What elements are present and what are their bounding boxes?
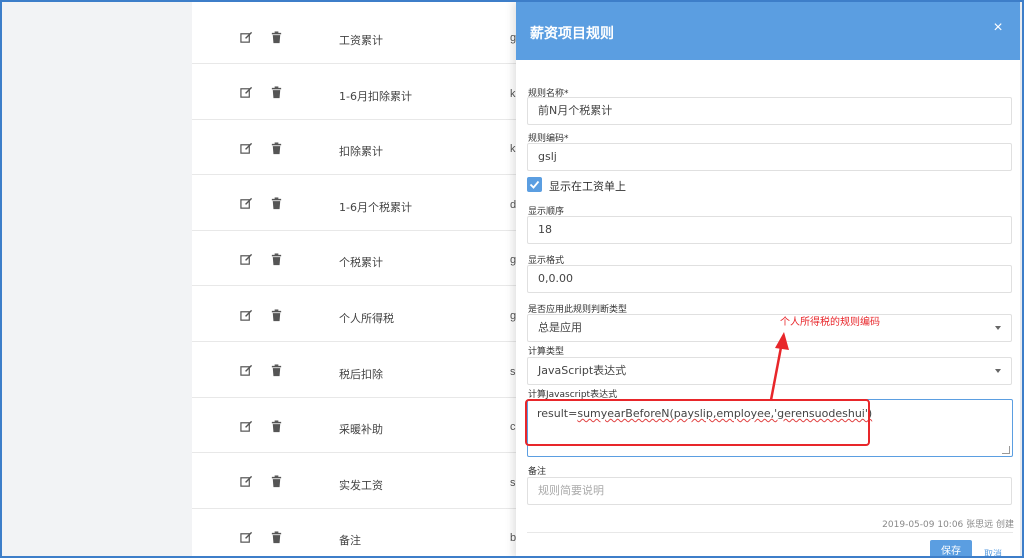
row-name: 扣除累计 (339, 145, 383, 159)
row-code: k (510, 143, 516, 156)
trash-icon[interactable] (269, 86, 283, 100)
edit-icon[interactable] (239, 475, 253, 489)
table-row: 个税累计 g (192, 230, 522, 287)
caret-down-icon (995, 369, 1001, 373)
rule-code-input[interactable]: gslj (527, 143, 1012, 171)
edit-icon[interactable] (239, 197, 253, 211)
footer-divider (527, 532, 1013, 533)
edit-icon[interactable] (239, 364, 253, 378)
table-row: 实发工资 s (192, 453, 522, 509)
trash-icon[interactable] (269, 30, 283, 44)
modal-header: 薪资项目规则 × (516, 2, 1020, 60)
apply-type-value: 总是应用 (538, 321, 582, 334)
row-name: 个人所得税 (339, 312, 394, 325)
caret-down-icon (995, 326, 1001, 330)
table-row: 采暖补助 c (192, 397, 522, 454)
row-code: s (510, 365, 516, 378)
table-row: 个人所得税 g (192, 286, 522, 342)
edit-icon[interactable] (239, 308, 253, 322)
close-icon[interactable]: × (990, 20, 1006, 36)
edit-icon[interactable] (239, 419, 253, 433)
row-name: 1-6月扣除累计 (339, 89, 412, 103)
show-on-payslip-label: 显示在工资单上 (549, 180, 626, 193)
calc-type-value: JavaScript表达式 (538, 364, 627, 377)
trash-icon[interactable] (269, 141, 283, 155)
display-order-input[interactable]: 18 (527, 216, 1012, 244)
trash-icon[interactable] (269, 197, 283, 211)
left-sidebar-background (2, 2, 192, 556)
row-code: c (510, 421, 516, 434)
edit-icon[interactable] (239, 252, 253, 266)
trash-icon[interactable] (269, 475, 283, 489)
trash-icon[interactable] (269, 252, 283, 266)
table-row: 1-6月个税累计 d (192, 175, 522, 231)
row-name: 1-6月个税累计 (339, 200, 412, 214)
remark-input[interactable]: 规则简要说明 (527, 477, 1012, 505)
edit-icon[interactable] (239, 30, 253, 44)
rule-modal: 薪资项目规则 × 规则名称* 前N月个税累计 规则编码* gslj 显示在工资单… (516, 2, 1020, 558)
row-name: 实发工资 (339, 478, 383, 492)
trash-icon[interactable] (269, 530, 283, 544)
edit-icon[interactable] (239, 530, 253, 544)
calc-type-label: 计算类型 (528, 347, 565, 357)
remark-label: 备注 (528, 467, 547, 477)
display-format-input[interactable]: 0,0.00 (527, 265, 1012, 293)
salary-item-table: 工资累计 g 1-6月扣除累计 k 扣除累计 k 1-6月个税累计 d 个税累计 g 个人所得税 g 税… (192, 2, 522, 556)
trash-icon[interactable] (269, 364, 283, 378)
trash-icon[interactable] (269, 308, 283, 322)
row-name: 税后扣除 (339, 367, 383, 381)
edit-icon[interactable] (239, 141, 253, 155)
modal-title: 薪资项目规则 (530, 26, 614, 42)
row-name: 采暖补助 (339, 423, 383, 437)
show-on-payslip-checkbox[interactable] (527, 177, 542, 192)
table-row: 税后扣除 s (192, 342, 522, 398)
checkmark-icon (529, 180, 540, 189)
annotation-text: 个人所得税的规则编码 (780, 317, 880, 328)
table-row: 1-6月扣除累计 k (192, 64, 522, 120)
rule-name-input[interactable]: 前N月个税累计 (527, 97, 1012, 125)
table-row: 扣除累计 k (192, 119, 522, 176)
row-name: 个税累计 (339, 256, 383, 270)
annotation-arrow-icon (769, 332, 789, 401)
cancel-button[interactable]: 取消 (984, 547, 1002, 558)
edit-icon[interactable] (239, 86, 253, 100)
trash-icon[interactable] (269, 419, 283, 433)
save-button[interactable]: 保存 (930, 540, 972, 558)
table-row: 备注 b (192, 508, 522, 558)
row-name: 工资累计 (339, 34, 383, 47)
table-row: 工资累计 g (192, 8, 522, 64)
row-name: 备注 (339, 534, 361, 548)
resize-handle-icon[interactable] (1002, 446, 1010, 454)
row-code: k (510, 87, 516, 100)
row-code: s (510, 476, 516, 489)
annotation-highlight-box (525, 399, 870, 446)
created-meta: 2019-05-09 10:06 张思远 创建 (882, 520, 1014, 530)
